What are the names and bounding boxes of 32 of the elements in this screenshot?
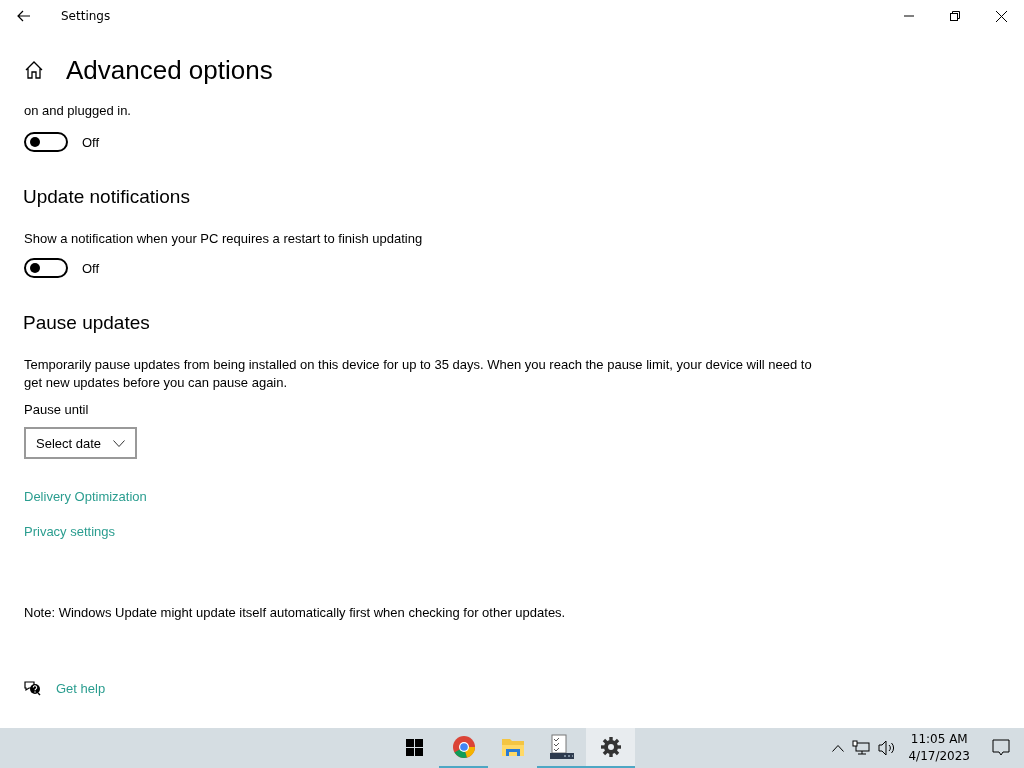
toggle-label: Off <box>82 134 100 150</box>
toggle-switch[interactable] <box>24 258 68 278</box>
windows-icon <box>406 738 423 756</box>
section-heading: Pause updates <box>23 312 151 334</box>
restore-icon[interactable] <box>950 11 960 21</box>
section-description: Temporarily pause updates from being installed on this device for up to 35 days. When you reach the pause limit, your device will need to get new updates before you can pause again. <box>24 356 813 392</box>
checklist-icon <box>548 734 575 760</box>
section-description: on and plugged in. <box>24 102 132 120</box>
clock-date[interactable]: 4/17/2023 <box>908 748 970 765</box>
clock-time[interactable]: 11:05 AM <box>910 731 968 748</box>
help-chat-icon[interactable] <box>24 680 42 696</box>
taskbar-button[interactable] <box>586 728 635 768</box>
date-dropdown[interactable]: Select date <box>24 427 138 459</box>
window-title: Settings <box>61 9 111 23</box>
back-icon[interactable] <box>17 10 31 22</box>
chevron-up-icon[interactable] <box>832 744 845 752</box>
toggle-switch[interactable] <box>24 132 68 152</box>
section-description: Show a notification when your PC requires a restart to finish updating <box>24 230 424 248</box>
speaker-icon[interactable] <box>878 740 897 756</box>
chevron-icon <box>113 439 126 447</box>
page-title: Advanced options <box>66 54 273 86</box>
close-icon[interactable] <box>996 10 1007 22</box>
folder-icon <box>500 737 525 757</box>
note-text: Note: Windows Update might update itself automatically first when checking for other updates. <box>24 605 567 620</box>
browser-icon <box>451 735 476 759</box>
gear-icon <box>600 737 621 757</box>
network-icon[interactable] <box>852 740 871 756</box>
home-icon[interactable] <box>24 61 44 79</box>
toggle-label: Off <box>82 260 100 276</box>
notification-icon[interactable] <box>992 739 1010 757</box>
field-label: Pause until <box>24 402 90 417</box>
section-heading: Update notifications <box>23 186 191 208</box>
